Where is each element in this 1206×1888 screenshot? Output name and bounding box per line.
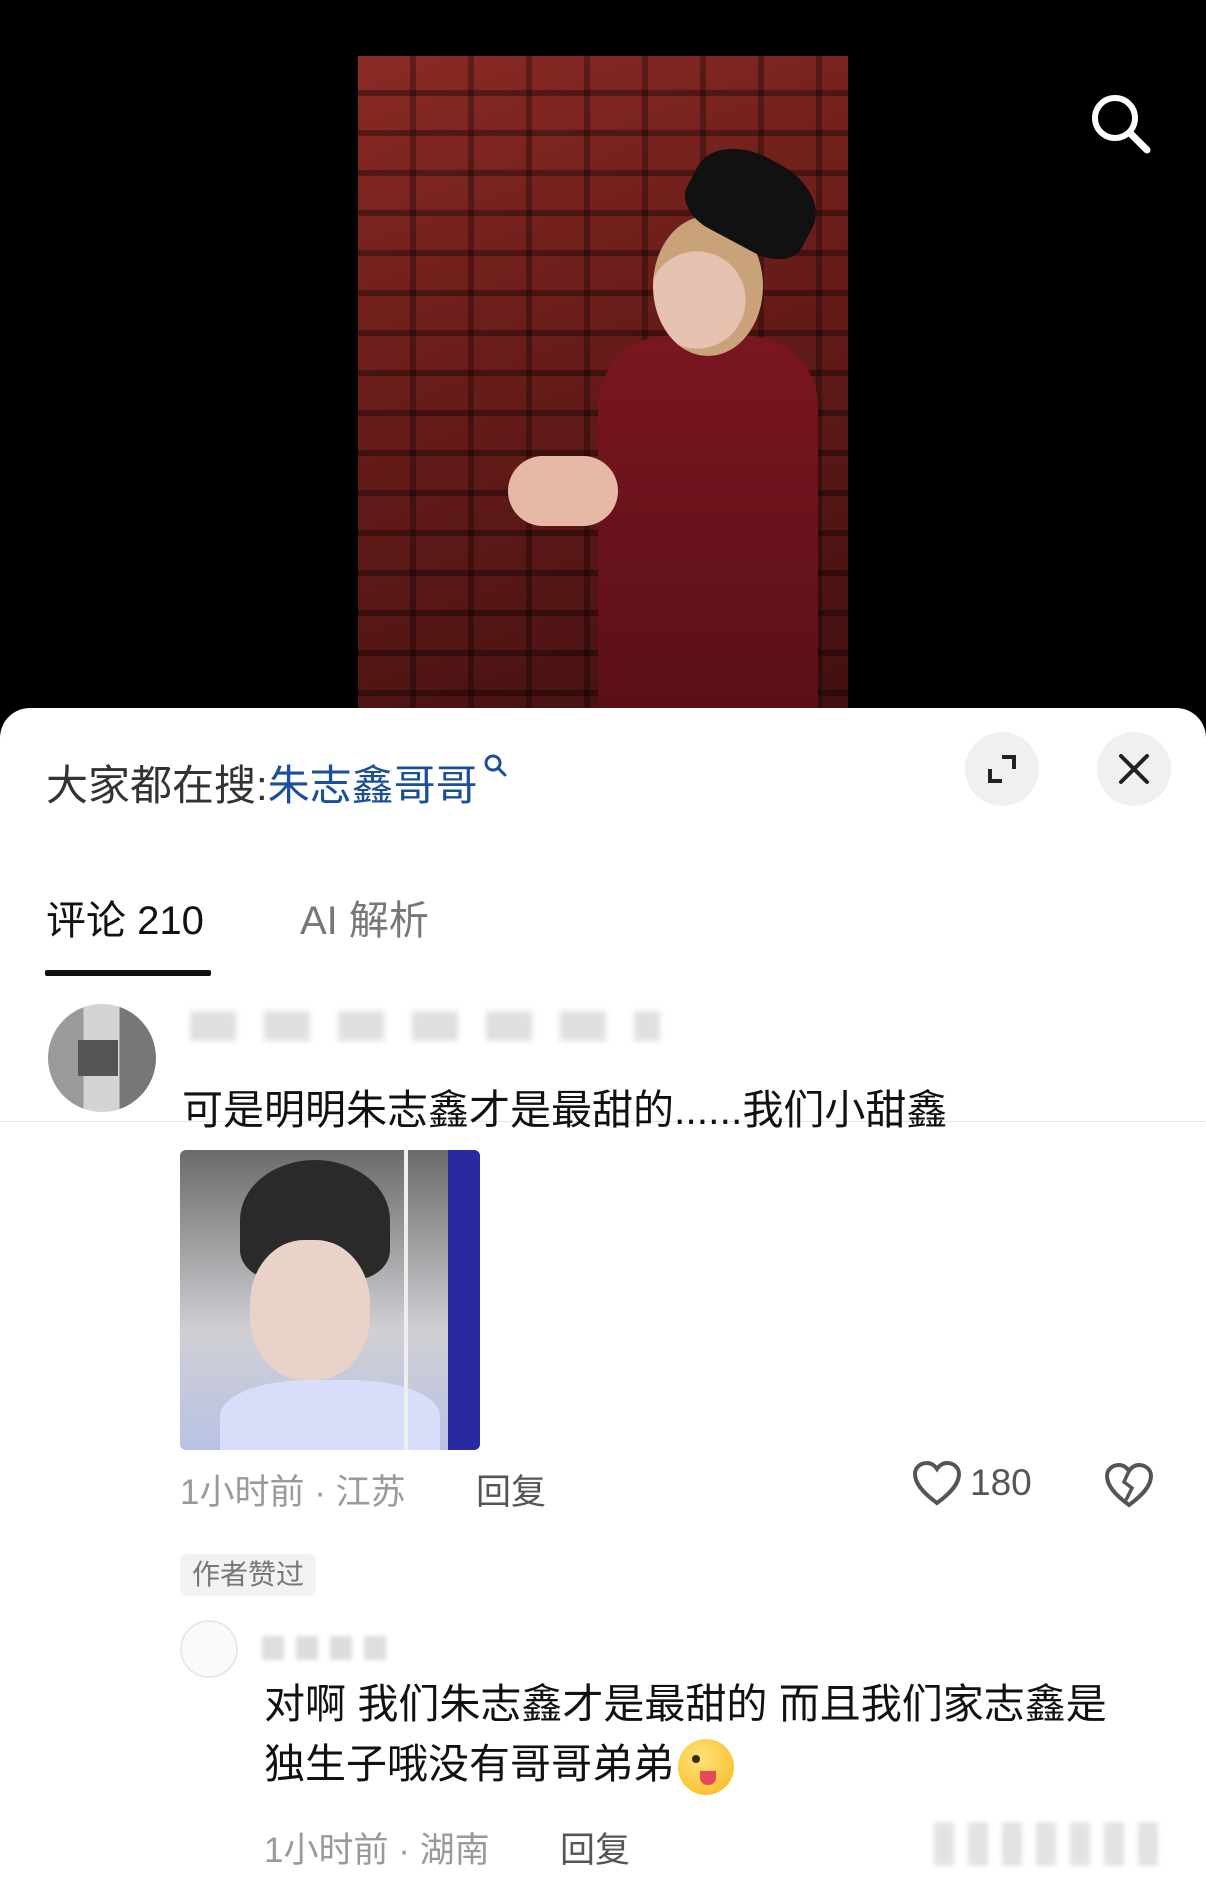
photo-pole (404, 1150, 408, 1450)
reply-actions[interactable] (934, 1822, 1164, 1866)
photo-face (250, 1240, 370, 1380)
reply-username-blurred[interactable] (262, 1636, 392, 1660)
expand-button[interactable] (965, 732, 1039, 806)
tab-ai-analysis[interactable]: AI 解析 (300, 888, 429, 946)
author-liked-badge: 作者赞过 (180, 1554, 317, 1596)
search-icon[interactable] (1085, 88, 1155, 158)
close-button[interactable] (1097, 732, 1171, 806)
avatar[interactable] (48, 1004, 156, 1112)
comment-text: 可是明明朱志鑫才是最甜的......我们小甜鑫 (182, 1087, 948, 1133)
comment-sheet: 大家都在搜:朱志鑫哥哥 评论 210 AI 解析 可是明明朱志鑫才是最甜的...… (0, 708, 1206, 1888)
close-icon (1119, 754, 1149, 784)
reply-avatar[interactable] (180, 1620, 238, 1678)
username-blurred[interactable] (190, 1011, 660, 1041)
hot-search-bar[interactable]: 大家都在搜:朱志鑫哥哥 (46, 752, 508, 813)
hot-search-prefix: 大家都在搜: (46, 762, 268, 809)
like-button[interactable]: 180 (912, 1460, 1032, 1506)
reply-meta: 1小时前 · 湖南 (264, 1831, 490, 1870)
video-frame[interactable] (358, 56, 848, 716)
like-count: 180 (970, 1462, 1032, 1503)
tab-comments[interactable]: 评论 210 (46, 888, 204, 946)
performer-body (598, 336, 818, 716)
comment-meta: 1小时前 · 江苏 (180, 1473, 406, 1512)
comment-image[interactable] (180, 1150, 480, 1450)
reply-text: 对啊 我们朱志鑫才是最甜的 而且我们家志鑫是独生子哦没有哥哥弟弟 (264, 1674, 1144, 1796)
small-search-icon (484, 754, 507, 777)
photo-panel (448, 1150, 480, 1450)
reply-reply-button[interactable]: 回复 (560, 1822, 630, 1873)
performer-hands (508, 456, 618, 526)
hot-search-query[interactable]: 朱志鑫哥哥 (268, 762, 478, 809)
active-tab-indicator (45, 970, 211, 976)
heart-icon (912, 1460, 962, 1506)
tab-bar: 评论 210 AI 解析 (0, 858, 1206, 1122)
reply-button[interactable]: 回复 (476, 1464, 546, 1515)
video-player[interactable] (0, 0, 1206, 740)
wink-tongue-emoji (678, 1739, 734, 1796)
broken-heart-icon[interactable] (1104, 1460, 1154, 1510)
expand-icon (988, 755, 1016, 783)
